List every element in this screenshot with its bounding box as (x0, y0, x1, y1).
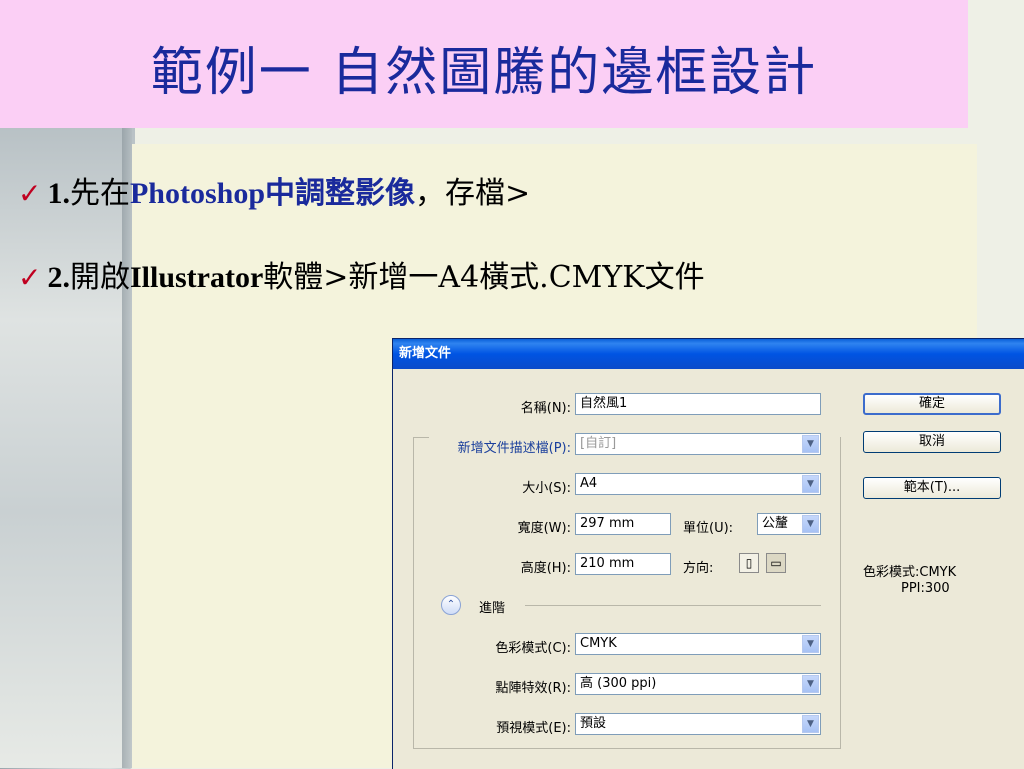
name-label: 名稱(N): (520, 401, 571, 416)
name-input[interactable]: 自然風1 (575, 393, 821, 415)
collapse-advanced-icon[interactable]: ⌃ (441, 595, 461, 615)
bullet-text: 先在 (69, 176, 130, 211)
template-button[interactable]: 範本(T)... (863, 477, 1001, 499)
background-left-panel (0, 128, 135, 768)
bullet-number: 1. (47, 177, 70, 210)
landscape-orientation-icon[interactable]: ▭ (766, 553, 786, 573)
title-banner: 範例一 自然圖騰的邊框設計 (0, 0, 968, 128)
height-label: 高度(H): (520, 561, 571, 576)
check-icon: ✓ (18, 263, 42, 294)
size-select[interactable]: A4 ▼ (575, 473, 821, 495)
bullet-text: 軟體>新增一A4橫式.CMYK文件 (263, 260, 705, 295)
preview-mode-select[interactable]: 預設 ▼ (575, 713, 821, 735)
advanced-divider (525, 605, 821, 606)
chevron-down-icon[interactable]: ▼ (802, 635, 819, 653)
raster-effects-select[interactable]: 高 (300 ppi) ▼ (575, 673, 821, 695)
info-ppi: PPI:300 (901, 581, 950, 596)
info-color-mode: 色彩模式:CMYK (863, 565, 957, 580)
raster-effects-value: 高 (300 ppi) (580, 676, 657, 691)
units-select[interactable]: 公釐 ▼ (757, 513, 821, 535)
height-input[interactable]: 210 mm (575, 553, 671, 575)
chevron-down-icon[interactable]: ▼ (802, 715, 819, 733)
bullet-highlight: Photoshop中調整影像 (129, 177, 416, 210)
slide-title: 範例一 自然圖騰的邊框設計 (150, 43, 818, 103)
ok-button[interactable]: 確定 (863, 393, 1001, 415)
color-mode-select[interactable]: CMYK ▼ (575, 633, 821, 655)
size-value: A4 (580, 476, 598, 491)
size-label: 大小(S): (522, 481, 571, 496)
bullet-text: 開啟 (69, 260, 130, 295)
chevron-down-icon[interactable]: ▼ (802, 675, 819, 693)
color-mode-value: CMYK (580, 636, 617, 651)
units-label: 單位(U): (683, 521, 734, 536)
chevron-down-icon[interactable]: ▼ (802, 515, 819, 533)
preview-mode-value: 預設 (580, 716, 607, 731)
width-input[interactable]: 297 mm (575, 513, 671, 535)
new-document-dialog: 新增文件 名稱(N): 自然風1 新增文件描述檔(P): [自訂] ▼ 大小(S… (392, 338, 1024, 769)
orientation-label: 方向: (683, 561, 714, 576)
cancel-button[interactable]: 取消 (863, 431, 1001, 453)
width-label: 寬度(W): (517, 521, 571, 536)
bullet-2: ✓ 2.開啟Illustrator軟體>新增一A4橫式.CMYK文件 (18, 252, 705, 296)
units-value: 公釐 (762, 516, 789, 531)
bullet-app-name: Illustrator (129, 261, 264, 294)
background-stripe (122, 128, 132, 768)
chevron-down-icon[interactable]: ▼ (802, 435, 819, 453)
profile-label: 新增文件描述檔(P): (429, 437, 571, 456)
raster-effects-label: 點陣特效(R): (495, 681, 571, 696)
preview-mode-label: 預視模式(E): (496, 721, 571, 736)
portrait-orientation-icon[interactable]: ▯ (739, 553, 759, 573)
dialog-title-bar[interactable]: 新增文件 (393, 339, 1024, 369)
bullet-1: ✓ 1.先在Photoshop中調整影像，存檔> (18, 168, 530, 212)
profile-value: [自訂] (580, 436, 617, 451)
profile-select[interactable]: [自訂] ▼ (575, 433, 821, 455)
advanced-label: 進階 (479, 601, 506, 616)
check-icon: ✓ (18, 179, 42, 210)
color-mode-label: 色彩模式(C): (495, 641, 571, 656)
bullet-number: 2. (47, 261, 70, 294)
bullet-text: ，存檔> (415, 176, 531, 211)
chevron-down-icon[interactable]: ▼ (802, 475, 819, 493)
